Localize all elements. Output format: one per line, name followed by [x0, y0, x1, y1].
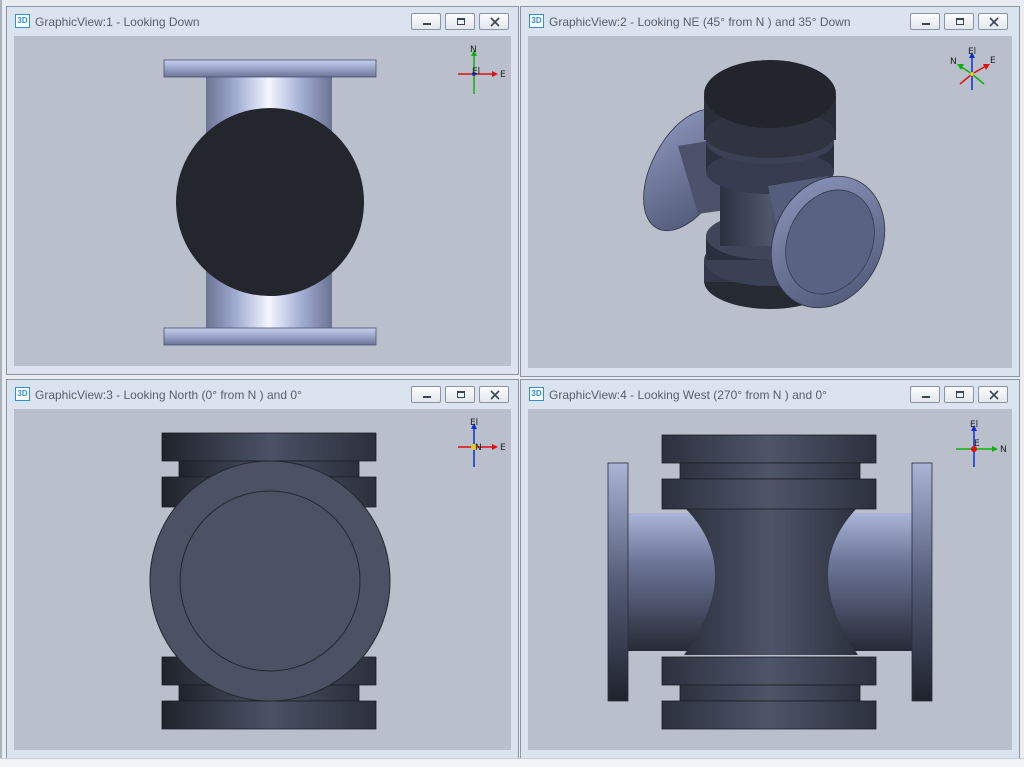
- window-titlebar[interactable]: 3D GraphicView:1 - Looking Down: [7, 7, 518, 33]
- left-edge-scrollbar: [0, 0, 2, 767]
- svg-text:El: El: [470, 418, 478, 428]
- window-title: GraphicView:3 - Looking North (0° from N…: [35, 388, 302, 402]
- graphic-viewport[interactable]: N El E: [14, 36, 511, 366]
- graphic-viewport[interactable]: El N E: [14, 409, 511, 750]
- orientation-triad-icon: El E N: [956, 420, 1007, 467]
- close-button[interactable]: [479, 386, 509, 403]
- svg-text:E: E: [500, 443, 506, 453]
- minimize-button[interactable]: [411, 13, 441, 30]
- svg-text:El: El: [472, 67, 480, 77]
- maximize-button[interactable]: [445, 386, 475, 403]
- 3d-view-icon: 3D: [529, 387, 544, 401]
- window-titlebar[interactable]: 3D GraphicView:3 - Looking North (0° fro…: [7, 380, 518, 406]
- graphic-view-4-window[interactable]: 3D GraphicView:4 - Looking West (270° fr…: [520, 379, 1020, 759]
- 3d-view-icon: 3D: [15, 387, 30, 401]
- svg-text:E: E: [990, 56, 996, 66]
- valve-top-view-drawing: [163, 59, 377, 346]
- window-titlebar[interactable]: 3D GraphicView:4 - Looking West (270° fr…: [521, 380, 1019, 406]
- graphic-view-3-window[interactable]: 3D GraphicView:3 - Looking North (0° fro…: [6, 379, 519, 759]
- 3d-view-icon: 3D: [15, 14, 30, 28]
- svg-text:N: N: [950, 57, 957, 67]
- minimize-button[interactable]: [411, 386, 441, 403]
- minimize-button[interactable]: [910, 13, 940, 30]
- valve-north-view-drawing: [149, 432, 391, 730]
- close-button[interactable]: [978, 386, 1008, 403]
- minimize-button[interactable]: [910, 386, 940, 403]
- graphic-viewport[interactable]: El E N: [528, 409, 1012, 750]
- valve-isometric-view-drawing: [643, 60, 886, 309]
- orientation-triad-icon: El N E: [950, 47, 996, 90]
- window-title: GraphicView:1 - Looking Down: [35, 15, 200, 29]
- maximize-button[interactable]: [944, 13, 974, 30]
- maximize-button[interactable]: [944, 386, 974, 403]
- svg-text:E: E: [500, 70, 506, 80]
- status-strip: [0, 758, 1024, 767]
- close-button[interactable]: [479, 13, 509, 30]
- close-button[interactable]: [978, 13, 1008, 30]
- svg-text:N: N: [475, 443, 482, 453]
- svg-text:N: N: [1000, 445, 1007, 455]
- valve-west-view-drawing: [607, 434, 933, 730]
- window-titlebar[interactable]: 3D GraphicView:2 - Looking NE (45° from …: [521, 7, 1019, 33]
- maximize-button[interactable]: [445, 13, 475, 30]
- svg-text:N: N: [470, 45, 477, 55]
- svg-text:El: El: [968, 47, 976, 57]
- svg-text:El: El: [970, 420, 978, 430]
- window-title: GraphicView:4 - Looking West (270° from …: [549, 388, 827, 402]
- graphic-viewport[interactable]: El N E: [528, 36, 1012, 368]
- window-title: GraphicView:2 - Looking NE (45° from N )…: [549, 15, 851, 29]
- orientation-triad-icon: N El E: [458, 45, 506, 94]
- graphic-view-2-window[interactable]: 3D GraphicView:2 - Looking NE (45° from …: [520, 6, 1020, 377]
- 3d-view-icon: 3D: [529, 14, 544, 28]
- orientation-triad-icon: El N E: [458, 418, 506, 467]
- svg-text:E: E: [974, 439, 980, 449]
- graphic-view-1-window[interactable]: 3D GraphicView:1 - Looking Down N El E: [6, 6, 519, 375]
